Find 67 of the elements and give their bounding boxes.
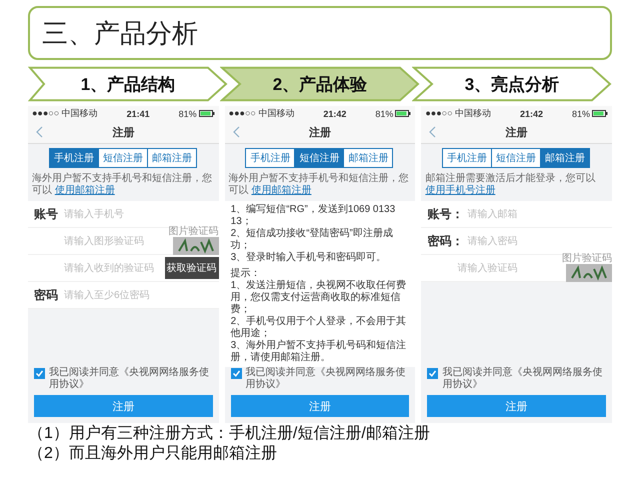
instruction-text: 2、短信成功接收“登陆密码”即注册成功； [230,228,394,252]
battery-icon [592,110,608,117]
screen-title: 注册 [506,126,528,140]
agreement-text: 我已阅读并同意《央视网网络服务使用协议》 [246,367,407,391]
agreement-text: 我已阅读并同意《央视网网络服务使用协议》 [442,367,604,391]
field-label: 账号 [34,206,59,222]
tab[interactable]: 邮箱注册 [146,148,197,168]
clock-text: 21:42 [520,108,544,118]
register-button[interactable]: 注册 [427,395,606,417]
tab[interactable]: 手机注册 [245,148,296,168]
tips-title: 提示： [230,268,262,280]
step-label: 1、产品结构 [80,74,176,96]
checkbox[interactable] [427,368,438,379]
field-label: 账号： [427,206,464,222]
input-field[interactable]: 请输入邮箱 [467,208,612,220]
input-field[interactable]: 请输入图形验证码 [64,236,169,246]
tab[interactable]: 短信注册 [98,148,148,168]
back-icon[interactable] [429,126,436,138]
back-icon[interactable] [36,126,43,138]
battery-text: 81% [572,108,590,118]
tab[interactable]: 手机注册 [48,148,99,168]
clock-text: 21:42 [323,108,346,118]
agreement-text: 我已阅读并同意《央视网网络服务使用协议》 [49,367,210,391]
tab[interactable]: 短信注册 [294,148,344,168]
screen-title: 注册 [112,126,134,140]
tab[interactable]: 手机注册 [442,148,492,168]
tip-text: 1、发送注册短信，央视网不收取任何费用，您仅需支付运营商收取的标准短信费； [230,280,408,316]
tip-text: 2、手机号仅用于个人登录，不会用于其他用途； [230,316,408,340]
input-field[interactable]: 请输入验证码 [457,262,562,274]
battery-icon [198,110,215,117]
back-icon[interactable] [232,126,240,138]
battery-text: 81% [178,108,197,118]
instruction-text: 3、登录时输入手机号和密码即可。 [230,252,388,264]
battery-text: 81% [375,108,394,118]
notice-link[interactable]: 使用邮箱注册 [251,185,312,196]
notice-text: 海外用户暂不支持手机号和短信注册，您可以 使用邮箱注册 [31,172,213,198]
tab[interactable]: 短信注册 [491,148,542,168]
note-text: （2）而且海外用户只能用邮箱注册 [28,444,278,464]
tip-text: 3、海外用户暂不支持手机号码和短信注册，请使用邮箱注册。 [230,340,408,364]
captcha-label: 图片验证码 [562,254,612,264]
slide-title: 三、产品分析 [42,16,198,50]
notice-link[interactable]: 使用邮箱注册 [54,185,115,196]
register-button[interactable]: 注册 [230,395,410,417]
field-label: 密码： [427,232,464,250]
captcha-label: 图片验证码 [168,227,219,237]
carrier-text: ●●●○○ 中国移动 [228,107,294,120]
input-field[interactable]: 请输入手机号 [64,208,219,220]
step-label: 3、亮点分析 [464,74,560,96]
carrier-text: ●●●○○ 中国移动 [425,107,492,120]
register-button[interactable]: 注册 [34,395,213,417]
checkbox[interactable] [34,368,45,379]
screen-title: 注册 [308,126,331,140]
carrier-text: ●●●○○ 中国移动 [32,107,98,120]
tab[interactable]: 邮箱注册 [343,148,394,168]
notice-text: 邮箱注册需要激活后才能登录，您可以 使用手机号注册 [424,172,596,198]
notice-text: 海外用户暂不支持手机号和短信注册，您可以 使用邮箱注册 [228,172,410,198]
tab[interactable]: 邮箱注册 [540,148,590,168]
note-text: （1）用户有三种注册方式：手机注册/短信注册/邮箱注册 [28,424,431,444]
notice-link[interactable]: 使用手机号注册 [425,185,496,196]
input-field[interactable]: 请输入收到的验证码 [64,262,165,274]
checkbox[interactable] [230,368,242,379]
step-label: 2、产品体验 [272,74,368,96]
clock-text: 21:41 [126,108,150,118]
field-label: 密码 [34,286,59,304]
battery-icon [395,110,412,117]
get-code-button[interactable]: 获取验证码 [164,257,219,279]
instruction-text: 1、编写短信“RG”，发送到1069 0133 13； [230,204,396,228]
